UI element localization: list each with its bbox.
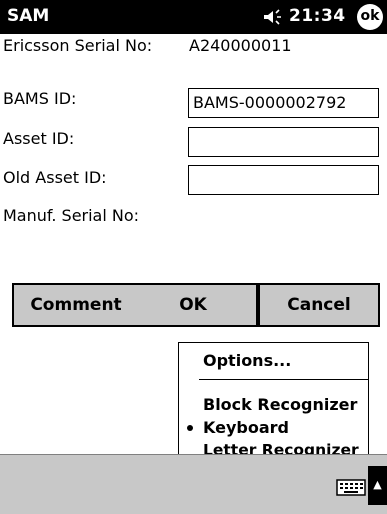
old-asset-id-field[interactable] <box>188 165 379 195</box>
bams-id-label: BAMS ID: <box>3 89 77 108</box>
selected-bullet-icon <box>187 425 193 431</box>
menu-separator <box>199 379 381 380</box>
asset-id-field[interactable] <box>188 127 379 157</box>
asset-id-label: Asset ID: <box>3 129 75 148</box>
menu-item-options[interactable]: Options... <box>203 351 291 370</box>
title-bar: SAM 21:34 ok <box>0 0 387 34</box>
ok-button[interactable]: OK <box>130 283 258 327</box>
ericsson-serial-label: Ericsson Serial No: <box>3 36 153 55</box>
menu-item-keyboard[interactable]: Keyboard <box>203 418 289 437</box>
menu-item-block-recognizer[interactable]: Block Recognizer <box>203 395 357 414</box>
ericsson-serial-value: A240000011 <box>189 36 292 55</box>
speaker-icon[interactable] <box>262 8 284 26</box>
up-arrow-icon[interactable]: ▲ <box>368 466 387 505</box>
ok-title-button[interactable]: ok <box>357 4 383 30</box>
bams-id-field[interactable]: BAMS-0000002792 <box>188 88 379 118</box>
comment-button[interactable]: Comment <box>12 283 140 327</box>
manuf-serial-label: Manuf. Serial No: <box>3 206 140 225</box>
app-title[interactable]: SAM <box>7 6 49 26</box>
old-asset-id-label: Old Asset ID: <box>3 168 107 187</box>
cancel-button[interactable]: Cancel <box>258 283 380 327</box>
keyboard-icon[interactable] <box>336 476 368 498</box>
input-method-menu: Options... Block Recognizer Keyboard Let… <box>178 342 387 459</box>
menu-bar <box>0 454 387 514</box>
menu-scrollbar[interactable] <box>368 342 387 454</box>
clock[interactable]: 21:34 <box>289 6 346 26</box>
